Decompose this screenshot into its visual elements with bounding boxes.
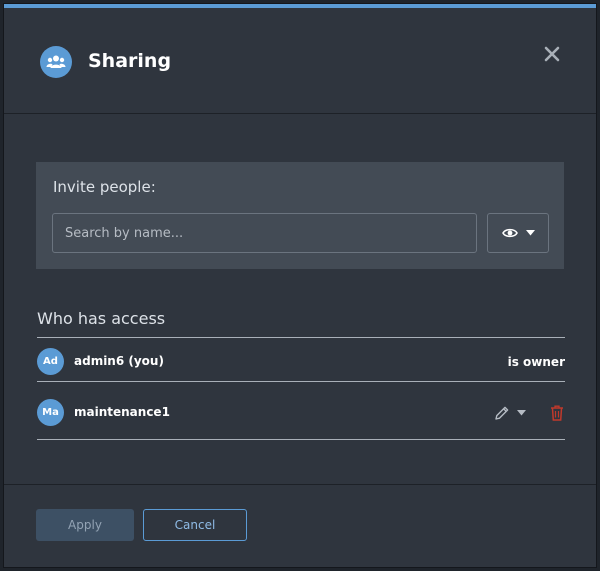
permission-dropdown-button[interactable] <box>489 403 531 423</box>
search-input[interactable] <box>52 213 477 253</box>
dialog-header: Sharing <box>4 8 596 114</box>
divider <box>37 381 565 382</box>
close-button[interactable] <box>540 42 564 66</box>
users-icon <box>40 46 72 78</box>
invite-panel: Invite people: <box>36 162 564 269</box>
sharing-dialog: Sharing Invite people: Who has access Ad… <box>4 4 596 567</box>
close-icon <box>544 46 560 62</box>
permission-dropdown-button[interactable] <box>487 213 549 253</box>
remove-user-button[interactable] <box>548 403 566 423</box>
divider <box>37 439 565 440</box>
apply-button[interactable]: Apply <box>36 509 134 541</box>
section-title: Who has access <box>37 309 166 328</box>
user-row-admin6: Ad admin6 (you) is owner <box>37 348 565 376</box>
owner-label: is owner <box>507 355 565 369</box>
dialog-footer: Apply Cancel <box>4 484 596 571</box>
user-name: maintenance1 <box>74 405 170 419</box>
trash-icon <box>551 405 563 421</box>
divider <box>37 337 565 338</box>
dialog-title: Sharing <box>88 50 172 72</box>
user-name: admin6 (you) <box>74 354 164 368</box>
user-row-maintenance1: Ma maintenance1 <box>37 399 565 427</box>
caret-down-icon <box>517 410 526 416</box>
eye-icon <box>501 228 518 238</box>
pencil-icon <box>495 406 509 420</box>
avatar: Ma <box>37 399 64 426</box>
avatar: Ad <box>37 348 64 375</box>
caret-down-icon <box>525 230 535 236</box>
cancel-button[interactable]: Cancel <box>143 509 247 541</box>
invite-label: Invite people: <box>53 178 156 196</box>
